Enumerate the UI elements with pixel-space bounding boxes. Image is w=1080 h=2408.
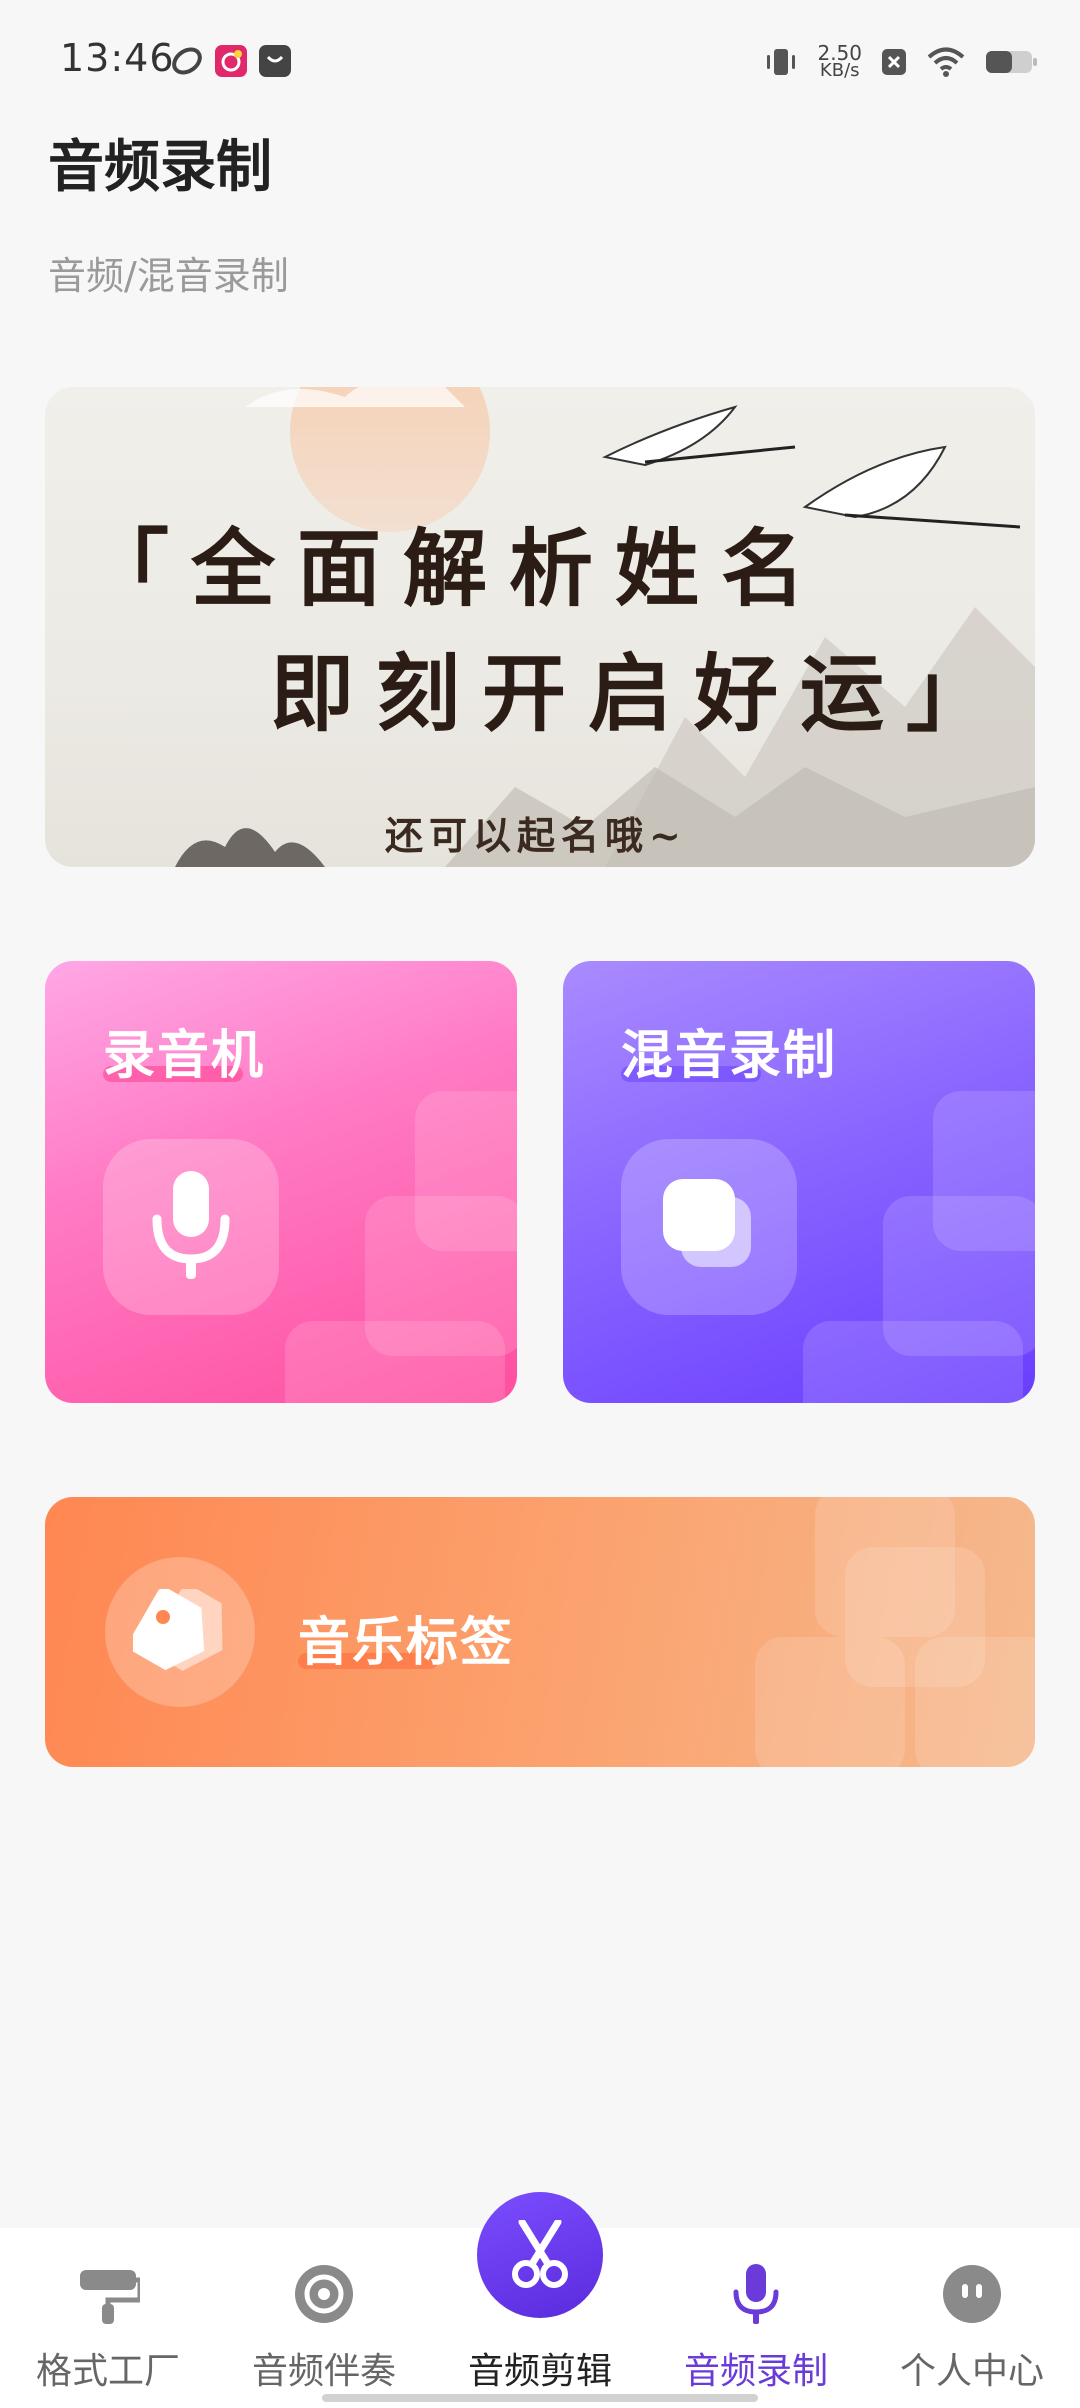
shop-icon bbox=[259, 45, 291, 77]
tags-card-label: 音乐标签 bbox=[298, 1613, 515, 1673]
app-notification-icon bbox=[172, 47, 202, 75]
vibrate-icon bbox=[767, 49, 796, 75]
nav-label: 音频录制 bbox=[683, 2351, 828, 2392]
banner-headline-1: 「全面解析姓名 bbox=[85, 519, 828, 618]
mix-card-label: 混音录制 bbox=[621, 1026, 838, 1086]
net-speed-unit: KB/s bbox=[819, 60, 860, 81]
nav-item-profile[interactable]: 个人中心 bbox=[864, 2228, 1080, 2398]
net-speed: 2.50 KB/s bbox=[817, 43, 862, 81]
card-decoration bbox=[803, 1321, 1023, 1403]
bottom-navigation: 格式工厂 音频伴奏 音频剪辑 音频录制 个人中心 bbox=[0, 2192, 1080, 2408]
banner-headline-2: 即刻开启好运」 bbox=[270, 644, 1013, 743]
battery-icon bbox=[986, 51, 1037, 73]
banner-subtext: 还可以起名哦~ bbox=[385, 813, 687, 858]
page-title: 音频录制 bbox=[48, 135, 272, 200]
promo-banner[interactable]: 「全面解析姓名 即刻开启好运」 还可以起名哦~ bbox=[45, 387, 1035, 867]
recorder-card-label: 录音机 bbox=[103, 1026, 266, 1086]
nav-item-audio-record[interactable]: 音频录制 bbox=[648, 2228, 864, 2398]
status-time: 13:46 bbox=[60, 36, 175, 80]
home-indicator[interactable] bbox=[322, 2394, 758, 2402]
card-decoration bbox=[755, 1637, 905, 1767]
recorder-card[interactable]: 录音机 bbox=[45, 961, 517, 1403]
card-decoration bbox=[915, 1637, 1035, 1767]
layers-icon bbox=[663, 1179, 751, 1267]
audio-edit-bubble[interactable] bbox=[477, 2192, 603, 2318]
nav-label: 个人中心 bbox=[899, 2351, 1044, 2392]
card-decoration bbox=[285, 1321, 505, 1403]
status-bar: 13:46 2.50 KB/s bbox=[0, 0, 1080, 120]
microphone-icon bbox=[152, 1171, 230, 1279]
nav-item-format-factory[interactable]: 格式工厂 bbox=[0, 2228, 216, 2398]
microphone-icon bbox=[733, 2264, 779, 2324]
nav-label: 音频伴奏 bbox=[251, 2351, 396, 2392]
nav-label: 格式工厂 bbox=[35, 2351, 180, 2392]
face-icon bbox=[943, 2265, 1001, 2323]
nav-item-audio-edit[interactable]: 音频剪辑 bbox=[432, 2192, 648, 2398]
status-indicators: 2.50 KB/s bbox=[763, 40, 1038, 84]
music-tags-card[interactable]: 音乐标签 bbox=[45, 1497, 1035, 1767]
paint-roller-icon bbox=[80, 2270, 140, 2324]
crane-2 bbox=[802, 445, 1021, 529]
nav-label: 音频剪辑 bbox=[467, 2351, 612, 2392]
music-app-icon bbox=[215, 45, 247, 77]
crane-1 bbox=[601, 405, 796, 467]
mix-recording-card[interactable]: 混音录制 bbox=[563, 961, 1035, 1403]
disc-icon bbox=[295, 2265, 353, 2323]
no-sim-icon bbox=[882, 49, 906, 75]
nav-item-accompaniment[interactable]: 音频伴奏 bbox=[216, 2228, 432, 2398]
microphone-tile bbox=[103, 1139, 279, 1315]
layers-tile bbox=[621, 1139, 797, 1315]
scissors-icon bbox=[512, 2220, 568, 2288]
tag-tile bbox=[105, 1557, 255, 1707]
page-subtitle: 音频/混音录制 bbox=[48, 254, 289, 298]
wifi-icon bbox=[927, 47, 965, 77]
audio-recording-screen: 13:46 2.50 KB/s 音频录制 音频/混音录制 「全面解析姓名 即刻开… bbox=[0, 0, 1080, 2408]
tag-icon bbox=[133, 1589, 223, 1671]
